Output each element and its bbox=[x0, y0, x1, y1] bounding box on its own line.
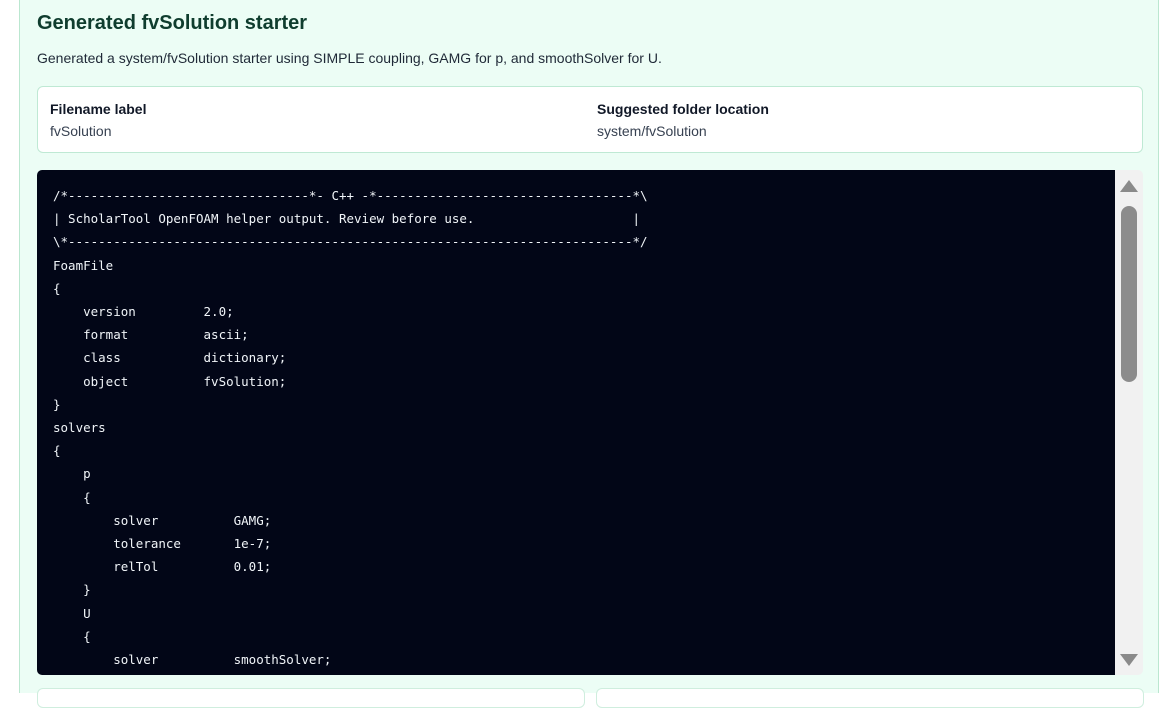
next-card-right bbox=[596, 688, 1144, 708]
panel-description: Generated a system/fvSolution starter us… bbox=[37, 50, 662, 66]
folder-label: Suggested folder location bbox=[597, 101, 769, 117]
file-info-card: Filename label fvSolution Suggested fold… bbox=[37, 86, 1143, 153]
code-block[interactable]: /*--------------------------------*- C++… bbox=[37, 170, 1143, 675]
generated-file-panel: Generated fvSolution starter Generated a… bbox=[19, 0, 1159, 708]
filename-value: fvSolution bbox=[50, 123, 112, 139]
filename-section: Filename label fvSolution bbox=[50, 101, 146, 139]
folder-section: Suggested folder location system/fvSolut… bbox=[597, 101, 769, 139]
next-card-left bbox=[37, 688, 585, 708]
filename-label: Filename label bbox=[50, 101, 147, 117]
code-viewport[interactable]: /*--------------------------------*- C++… bbox=[37, 170, 1115, 675]
vertical-scrollbar[interactable] bbox=[1115, 170, 1143, 675]
scroll-down-arrow-icon[interactable] bbox=[1120, 654, 1138, 666]
folder-value: system/fvSolution bbox=[597, 123, 707, 139]
panel-title: Generated fvSolution starter bbox=[37, 12, 308, 34]
scroll-up-arrow-icon[interactable] bbox=[1120, 180, 1138, 192]
code-content[interactable]: /*--------------------------------*- C++… bbox=[37, 170, 1115, 675]
scrollbar-thumb[interactable] bbox=[1121, 206, 1137, 382]
